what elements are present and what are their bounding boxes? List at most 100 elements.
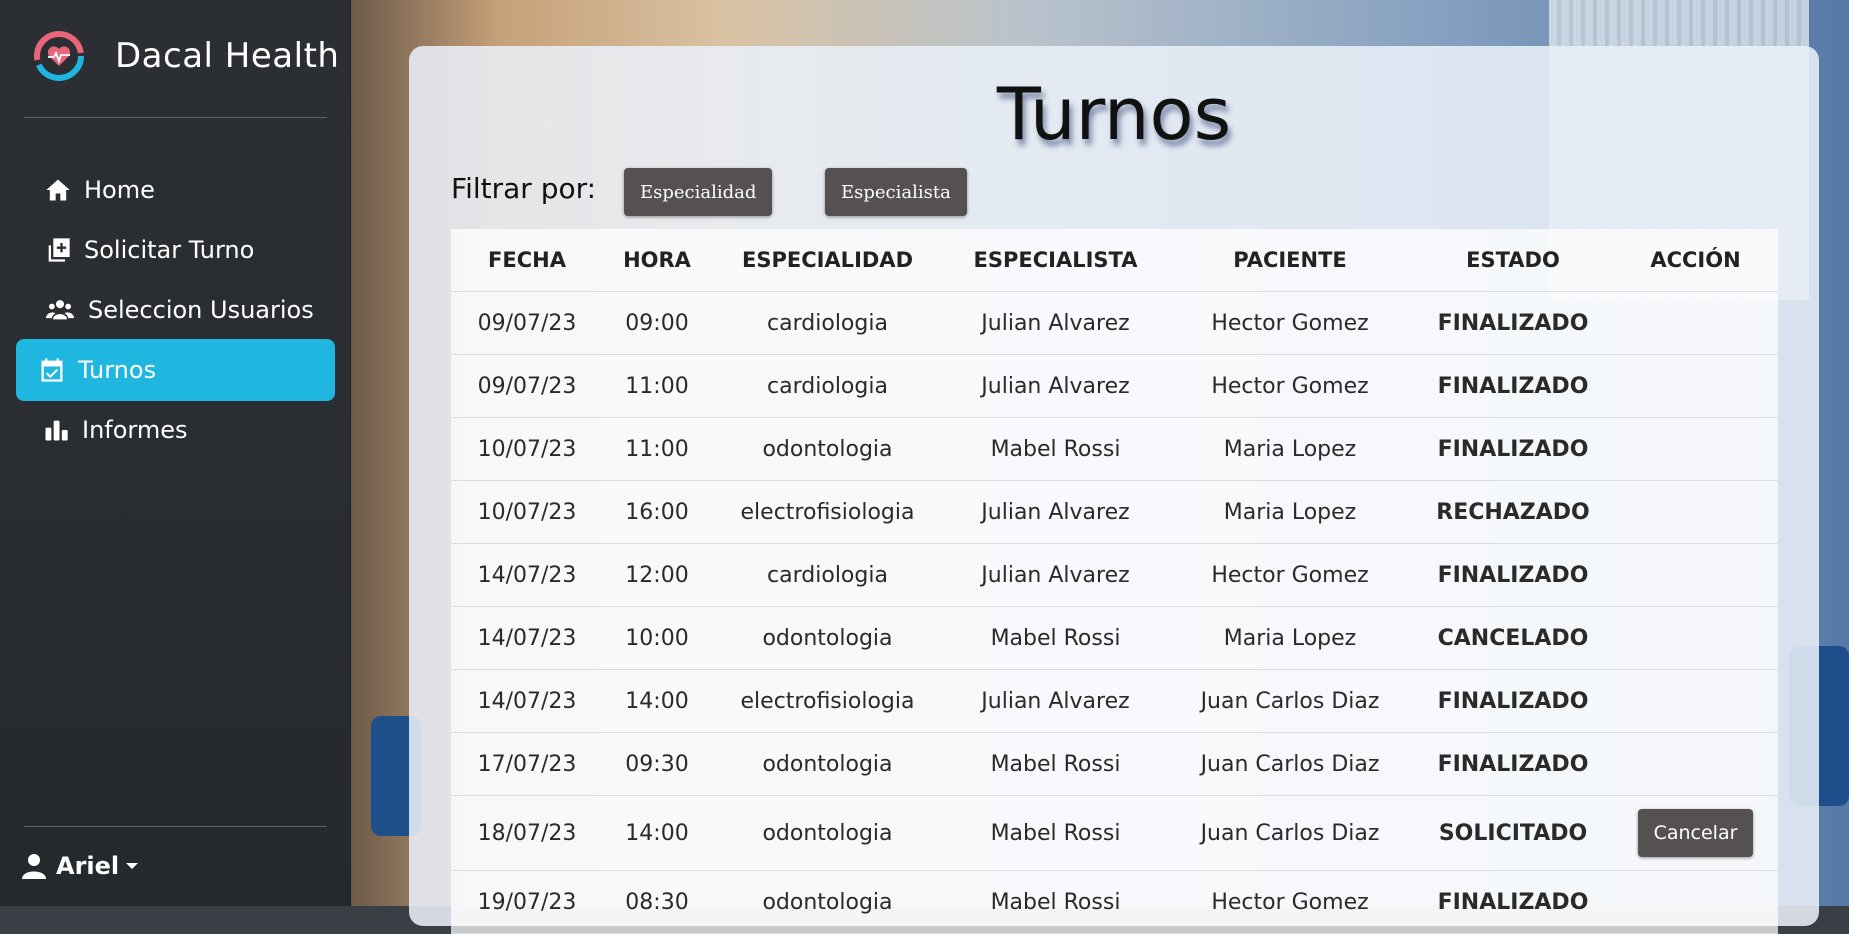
turnos-table: FECHA HORA ESPECIALIDAD ESPECIALISTA PAC… <box>451 229 1778 934</box>
table-row: 09/07/23 11:00 cardiologia Julian Alvarez He… <box>451 354 1778 418</box>
cell-especialidad: odontologia <box>711 870 944 934</box>
cell-especialista: Julian Alvarez <box>944 669 1167 733</box>
cell-accion <box>1613 354 1778 418</box>
sidebar-item-label: Solicitar Turno <box>84 236 255 264</box>
column-header-estado[interactable]: ESTADO <box>1413 229 1613 292</box>
column-header-especialidad[interactable]: ESPECIALIDAD <box>711 229 944 292</box>
cell-paciente: Maria Lopez <box>1167 417 1413 481</box>
cell-hora: 16:00 <box>603 480 711 544</box>
bar-chart-icon <box>45 420 68 441</box>
table-row: 14/07/23 10:00 odontologia Mabel Rossi Maria… <box>451 606 1778 670</box>
caret-down-icon <box>126 863 139 869</box>
cell-paciente: Juan Carlos Diaz <box>1167 669 1413 733</box>
cell-accion <box>1613 870 1778 934</box>
cell-estado: FINALIZADO <box>1413 669 1613 733</box>
table-row: 14/07/23 12:00 cardiologia Julian Alvarez He… <box>451 543 1778 607</box>
user-menu[interactable]: Ariel <box>22 852 139 880</box>
column-header-hora[interactable]: HORA <box>603 229 711 292</box>
cell-especialista: Mabel Rossi <box>944 795 1167 871</box>
cell-fecha: 17/07/23 <box>451 732 603 796</box>
sidebar-item-seleccion-usuarios[interactable]: Seleccion Usuarios <box>16 279 335 341</box>
cell-especialista: Mabel Rossi <box>944 870 1167 934</box>
cell-accion <box>1613 417 1778 481</box>
cell-especialista: Julian Alvarez <box>944 354 1167 418</box>
table-row: 10/07/23 11:00 odontologia Mabel Rossi Maria… <box>451 417 1778 481</box>
cancel-turno-button[interactable]: Cancelar <box>1637 809 1754 857</box>
heart-pulse-logo-icon <box>34 31 84 81</box>
cell-hora: 09:00 <box>603 291 711 355</box>
sidebar-divider-bottom <box>24 826 327 827</box>
cell-estado: FINALIZADO <box>1413 291 1613 355</box>
user-icon <box>22 854 46 879</box>
table-row: 19/07/23 08:30 odontologia Mabel Rossi Hecto… <box>451 870 1778 934</box>
users-icon <box>46 300 74 320</box>
brand[interactable]: Dacal Health <box>33 30 339 82</box>
table-row: 18/07/23 14:00 odontologia Mabel Rossi Juan … <box>451 795 1778 871</box>
cell-estado: CANCELADO <box>1413 606 1613 670</box>
cell-hora: 11:00 <box>603 417 711 481</box>
cell-paciente: Hector Gomez <box>1167 354 1413 418</box>
page-title: Turnos <box>996 72 1232 156</box>
cell-fecha: 19/07/23 <box>451 870 603 934</box>
cell-especialista: Mabel Rossi <box>944 732 1167 796</box>
cell-paciente: Maria Lopez <box>1167 480 1413 544</box>
cell-hora: 09:30 <box>603 732 711 796</box>
table-row: 14/07/23 14:00 electrofisiologia Julian Alv… <box>451 669 1778 733</box>
cell-accion <box>1613 291 1778 355</box>
filter-especialista-button[interactable]: Especialista <box>825 168 967 216</box>
sidebar-divider <box>24 117 327 118</box>
cell-especialidad: cardiologia <box>711 354 944 418</box>
cell-especialidad: odontologia <box>711 795 944 871</box>
cell-estado: FINALIZADO <box>1413 354 1613 418</box>
column-header-accion[interactable]: ACCIÓN <box>1613 229 1778 292</box>
column-header-paciente[interactable]: PACIENTE <box>1167 229 1413 292</box>
cell-paciente: Juan Carlos Diaz <box>1167 795 1413 871</box>
brand-name: Dacal Health <box>115 36 340 76</box>
cell-especialidad: cardiologia <box>711 291 944 355</box>
cell-paciente: Hector Gomez <box>1167 291 1413 355</box>
cell-hora: 08:30 <box>603 870 711 934</box>
cell-hora: 11:00 <box>603 354 711 418</box>
table-row: 10/07/23 16:00 electrofisiologia Julian Alv… <box>451 480 1778 544</box>
cell-accion <box>1613 732 1778 796</box>
table-header-row: FECHA HORA ESPECIALIDAD ESPECIALISTA PAC… <box>451 229 1778 292</box>
column-header-fecha[interactable]: FECHA <box>451 229 603 292</box>
cell-hora: 14:00 <box>603 669 711 733</box>
column-header-especialista[interactable]: ESPECIALISTA <box>944 229 1167 292</box>
cell-estado: FINALIZADO <box>1413 732 1613 796</box>
cell-fecha: 09/07/23 <box>451 291 603 355</box>
sidebar-item-solicitar-turno[interactable]: Solicitar Turno <box>16 219 335 281</box>
cell-estado: FINALIZADO <box>1413 543 1613 607</box>
sidebar-item-label: Seleccion Usuarios <box>88 296 314 324</box>
cell-especialista: Julian Alvarez <box>944 291 1167 355</box>
calendar-plus-icon <box>48 238 70 262</box>
sidebar-item-label: Turnos <box>78 356 157 384</box>
cell-fecha: 10/07/23 <box>451 417 603 481</box>
cell-fecha: 09/07/23 <box>451 354 603 418</box>
cell-paciente: Hector Gomez <box>1167 543 1413 607</box>
cell-especialidad: electrofisiologia <box>711 480 944 544</box>
home-icon <box>46 179 70 201</box>
sidebar-item-turnos[interactable]: Turnos <box>16 339 335 401</box>
cell-especialista: Mabel Rossi <box>944 417 1167 481</box>
sidebar-item-home[interactable]: Home <box>16 159 335 221</box>
cell-estado: FINALIZADO <box>1413 417 1613 481</box>
cell-especialista: Julian Alvarez <box>944 480 1167 544</box>
sidebar-item-label: Home <box>84 176 155 204</box>
filter-especialidad-button[interactable]: Especialidad <box>624 168 773 216</box>
sidebar-item-informes[interactable]: Informes <box>16 399 335 461</box>
cell-especialidad: odontologia <box>711 606 944 670</box>
cell-hora: 14:00 <box>603 795 711 871</box>
cell-paciente: Hector Gomez <box>1167 870 1413 934</box>
cell-especialidad: cardiologia <box>711 543 944 607</box>
cell-fecha: 14/07/23 <box>451 669 603 733</box>
sidebar: Dacal Health Home Solicitar Turno Selecc… <box>0 0 351 906</box>
cell-especialidad: electrofisiologia <box>711 669 944 733</box>
cell-estado: RECHAZADO <box>1413 480 1613 544</box>
sidebar-item-label: Informes <box>82 416 188 444</box>
filter-label: Filtrar por: <box>451 172 597 205</box>
cell-paciente: Juan Carlos Diaz <box>1167 732 1413 796</box>
cell-accion <box>1613 606 1778 670</box>
turnos-panel: Turnos Filtrar por: Especialidad Especia… <box>409 46 1819 934</box>
cell-accion <box>1613 543 1778 607</box>
